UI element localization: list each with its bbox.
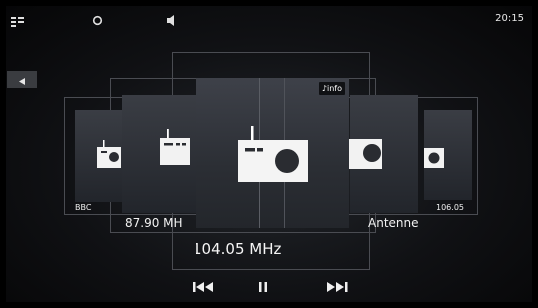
radio-screen: 20:15 BBC 106.05 87.90 MH Antenne ♪info …	[6, 6, 532, 302]
circle-icon[interactable]	[92, 11, 103, 30]
radio-icon	[238, 126, 308, 186]
back-button[interactable]	[7, 71, 37, 88]
clock: 20:15	[495, 13, 524, 24]
station-label: 87.90 MH	[125, 216, 183, 230]
triangle-left-icon	[18, 70, 26, 89]
skip-next-icon[interactable]	[326, 278, 348, 297]
station-label: 106.05	[436, 203, 464, 212]
station-label: BBC	[75, 203, 92, 212]
station-card-8790[interactable]: 87.90 MH	[122, 91, 202, 234]
status-bar: 20:15	[6, 6, 532, 32]
station-card-main[interactable]: ♪info 104.05 MHz	[196, 78, 349, 264]
menu-grid-icon[interactable]	[11, 12, 25, 31]
radio-icon	[160, 129, 190, 169]
station-label: 104.05 MHz	[196, 240, 282, 258]
skip-previous-icon[interactable]	[193, 278, 215, 297]
pause-icon[interactable]	[258, 278, 268, 297]
radio-icon	[97, 140, 121, 172]
speaker-icon[interactable]	[167, 11, 177, 30]
station-card-106[interactable]: 106.05	[424, 106, 476, 216]
radio-icon	[344, 133, 384, 173]
info-button[interactable]: ♪info	[318, 82, 345, 95]
station-card-bbc[interactable]: BBC	[71, 104, 129, 214]
radio-icon	[424, 142, 450, 172]
station-card-antenne[interactable]: Antenne	[344, 91, 424, 234]
station-label: Antenne	[368, 216, 419, 230]
